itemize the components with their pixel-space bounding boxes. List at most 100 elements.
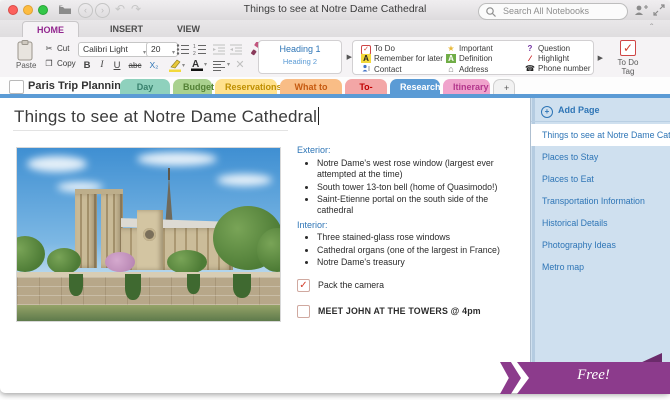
- tags-more-icon[interactable]: ▶: [598, 54, 603, 62]
- increase-indent-icon[interactable]: [229, 43, 244, 56]
- page-title[interactable]: Things to see at Notre Dame Cathedral: [14, 107, 319, 127]
- add-section-tab[interactable]: +: [493, 79, 515, 95]
- text-cursor: [318, 107, 319, 125]
- page-list-sidebar: +Add Page Things to see at Notre Dame Ca…: [530, 98, 670, 362]
- search-icon: [485, 6, 497, 17]
- tag-definition[interactable]: ADefinition: [446, 54, 492, 63]
- section-tab-day-trips[interactable]: Day Trips: [120, 79, 170, 95]
- paste-button[interactable]: Paste: [16, 40, 36, 70]
- section-tab-budget[interactable]: Budget: [173, 79, 212, 95]
- styles-gallery[interactable]: Heading 1 Heading 2 ▶: [258, 40, 342, 74]
- cut-icon: ✂: [44, 44, 54, 53]
- tag-question[interactable]: ?Question: [525, 44, 570, 53]
- decrease-indent-icon[interactable]: [212, 43, 227, 56]
- tag-gallery: ✓To Do ARemember for later Contact ★Impo…: [352, 40, 594, 75]
- bullet-list-icon[interactable]: [176, 43, 191, 56]
- free-banner: Free!: [517, 362, 670, 394]
- undo-icon[interactable]: ↶: [115, 2, 125, 17]
- question-mark-icon: ?: [525, 44, 535, 53]
- section-tab-what-to-pack[interactable]: What to Pack: [280, 79, 342, 95]
- todo-tag-button[interactable]: ✓ To DoTag: [613, 40, 643, 76]
- todo-item[interactable]: MEET JOHN AT THE TOWERS @ 4pm: [297, 305, 525, 318]
- minimize-button[interactable]: [23, 5, 33, 15]
- notebook-name[interactable]: Paris Trip Planning ▾: [28, 80, 134, 92]
- copy-button[interactable]: ❐Copy: [44, 59, 76, 68]
- clear-formatting-icon[interactable]: ✕: [233, 59, 247, 72]
- cut-button[interactable]: ✂Cut: [44, 44, 69, 53]
- close-button[interactable]: [8, 5, 18, 15]
- share-people-icon[interactable]: [634, 4, 648, 16]
- font-size-select[interactable]: 20 ▾: [146, 42, 178, 57]
- todo-checkbox-unchecked[interactable]: [297, 305, 310, 318]
- paragraph-align-icon[interactable]: ▾: [212, 60, 226, 71]
- svg-text:2: 2: [193, 51, 196, 55]
- page-item[interactable]: Photography Ideas: [531, 234, 670, 256]
- page-item[interactable]: Metro map: [531, 256, 670, 278]
- page-item[interactable]: Historical Details: [531, 212, 670, 234]
- notebook-icon: [9, 80, 24, 94]
- notre-dame-photo[interactable]: [16, 147, 281, 322]
- tab-insert[interactable]: INSERT: [96, 21, 157, 37]
- tag-phone[interactable]: ☎Phone number: [525, 64, 590, 73]
- section-tab-todos[interactable]: To-Do's: [345, 79, 387, 95]
- open-notebook-icon[interactable]: [58, 4, 72, 19]
- todo-tag-big-icon: ✓: [620, 40, 636, 56]
- redo-icon[interactable]: ↷: [131, 2, 141, 17]
- highlight-color-icon[interactable]: ▾: [168, 59, 184, 72]
- page-item-active[interactable]: Things to see at Notre Dame Cath...: [531, 124, 670, 146]
- tab-home[interactable]: HOME: [22, 21, 79, 38]
- search-input[interactable]: Search All Notebooks: [478, 3, 628, 20]
- copy-icon: ❐: [44, 59, 54, 68]
- tag-address[interactable]: ⌂Address: [446, 64, 488, 74]
- font-color-icon[interactable]: A ▾: [190, 58, 206, 72]
- window-title: Things to see at Notre Dame Cathedral: [200, 3, 470, 15]
- bullet-item: Three stained-glass rose windows: [317, 232, 525, 243]
- page-item[interactable]: Places to Stay: [531, 146, 670, 168]
- forward-icon[interactable]: ›: [95, 3, 110, 18]
- add-page-plus-icon: +: [541, 106, 553, 118]
- definition-tag-icon: A: [446, 54, 456, 63]
- paste-label: Paste: [16, 61, 36, 70]
- bold-button[interactable]: B: [80, 59, 94, 72]
- section-tab-reservations[interactable]: Reservations: [215, 79, 277, 95]
- rose-window: [143, 228, 156, 241]
- todo-item[interactable]: ✓ Pack the camera: [297, 279, 525, 292]
- river-seine: [17, 305, 280, 321]
- strikethrough-button[interactable]: abc: [126, 59, 144, 72]
- style-heading2[interactable]: Heading 2: [259, 57, 341, 66]
- tag-remember[interactable]: ARemember for later: [361, 54, 443, 63]
- section-tab-itinerary[interactable]: Itinerary: [443, 79, 490, 95]
- remember-tag-icon: A: [361, 54, 371, 63]
- highlight-pen-icon: ∕: [525, 54, 535, 63]
- style-heading1[interactable]: Heading 1: [259, 44, 341, 54]
- page-item[interactable]: Places to Eat: [531, 168, 670, 190]
- subscript-button[interactable]: X₂: [146, 59, 162, 72]
- underline-button[interactable]: U: [110, 59, 124, 72]
- font-name-select[interactable]: Calibri Light ▾: [78, 42, 150, 57]
- tag-important[interactable]: ★Important: [446, 44, 493, 53]
- section-bar: Paris Trip Planning ▾ Day Trips Budget R…: [0, 77, 670, 95]
- svg-text:A: A: [192, 59, 199, 70]
- tab-view[interactable]: VIEW: [163, 21, 214, 37]
- important-star-icon: ★: [446, 44, 456, 53]
- italic-button[interactable]: I: [95, 59, 109, 72]
- contact-tag-icon: [361, 64, 371, 74]
- page-canvas[interactable]: Things to see at Notre Dame Cathedral: [0, 98, 530, 362]
- tag-highlight[interactable]: ∕Highlight: [525, 54, 569, 63]
- numbered-list-icon[interactable]: 12: [193, 43, 208, 56]
- screenshot: ‹ › ↶ ↷ Things to see at Notre Dame Cath…: [0, 0, 670, 400]
- note-text[interactable]: Exterior: Notre Dame's west rose window …: [297, 145, 525, 318]
- bullet-item: Cathedral organs (one of the largest in …: [317, 245, 525, 256]
- todo-checkbox-checked[interactable]: ✓: [297, 279, 310, 292]
- sidebar-divider: [531, 121, 670, 122]
- fullscreen-icon[interactable]: [653, 4, 665, 16]
- zoom-button[interactable]: [38, 5, 48, 15]
- page-item[interactable]: Transportation Information: [531, 190, 670, 212]
- back-icon[interactable]: ‹: [78, 3, 93, 18]
- add-page-button[interactable]: +Add Page: [537, 102, 669, 119]
- phone-icon: ☎: [525, 64, 535, 73]
- section-tab-research[interactable]: Research: [390, 79, 440, 95]
- collapse-ribbon-icon[interactable]: ˆ: [650, 23, 653, 34]
- tag-contact[interactable]: Contact: [361, 64, 402, 74]
- address-home-icon: ⌂: [446, 64, 456, 74]
